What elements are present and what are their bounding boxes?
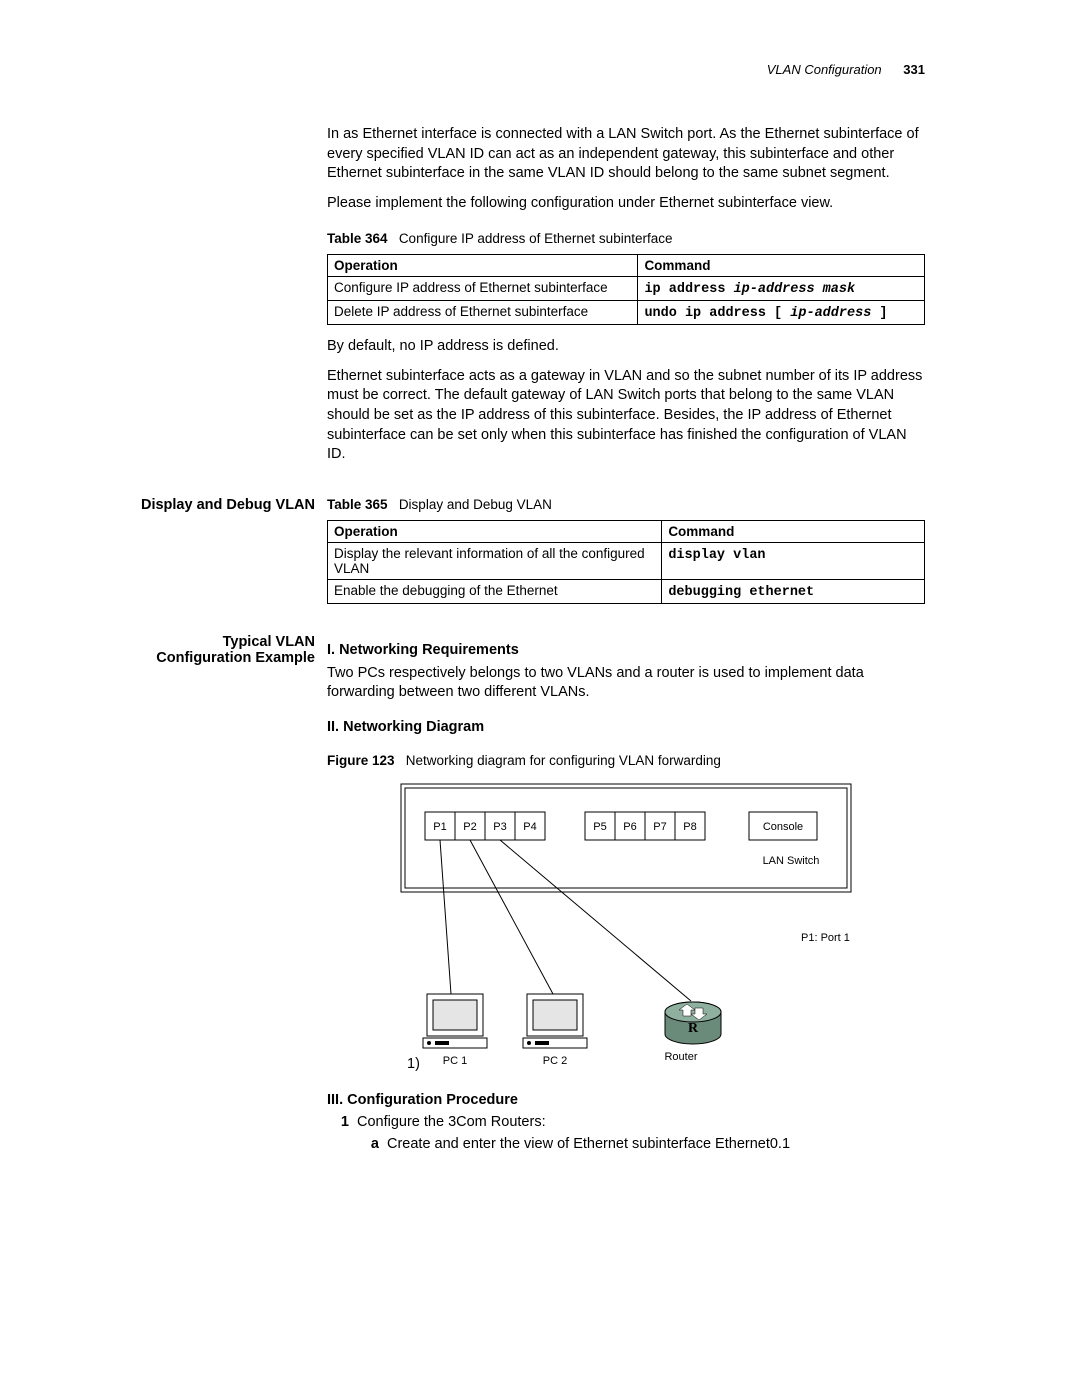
svg-text:P5: P5 xyxy=(593,821,606,833)
table-row: Display the relevant information of all … xyxy=(328,542,925,579)
pc1-icon xyxy=(423,994,487,1048)
display-debug-block: Display and Debug VLAN Table 365 Display… xyxy=(135,497,925,616)
svg-text:Router: Router xyxy=(664,1051,697,1063)
margin-heading: Display and Debug VLAN xyxy=(135,497,327,513)
svg-text:P8: P8 xyxy=(683,821,696,833)
table-caption: Table 364 Configure IP address of Ethern… xyxy=(327,231,925,246)
svg-text:P6: P6 xyxy=(623,821,636,833)
svg-text:P4: P4 xyxy=(523,821,536,833)
svg-text:P1: Port 1: P1: Port 1 xyxy=(801,932,850,944)
body-text: Two PCs respectively belongs to two VLAN… xyxy=(327,664,925,703)
procedure-list: 1 Configure the 3Com Routers: a Create a… xyxy=(327,1114,925,1156)
page: VLAN Configuration 331 In as Ethernet in… xyxy=(0,0,1080,1200)
op-cell: Delete IP address of Ethernet subinterfa… xyxy=(328,301,638,325)
col-header: Operation xyxy=(328,520,662,542)
page-header: VLAN Configuration 331 xyxy=(135,62,925,77)
subheading: I. Networking Requirements xyxy=(327,642,925,658)
svg-text:P3: P3 xyxy=(493,821,506,833)
table-364: Operation Command Configure IP address o… xyxy=(327,254,925,325)
body-text: By default, no IP address is defined. xyxy=(327,337,925,357)
col-header: Operation xyxy=(328,255,638,277)
table-row: Delete IP address of Ethernet subinterfa… xyxy=(328,301,925,325)
op-cell: Enable the debugging of the Ethernet xyxy=(328,579,662,603)
cmd-cell: undo ip address [ ip-address ] xyxy=(638,301,925,325)
list-item: a Create and enter the view of Ethernet … xyxy=(357,1136,925,1152)
enum-marker: 1) xyxy=(407,1056,420,1072)
body-text: Please implement the following configura… xyxy=(327,194,925,214)
diagram-svg: P1 P2 P3 P4 P5 P6 P7 P8 Console xyxy=(391,776,861,1076)
svg-text:LAN Switch: LAN Switch xyxy=(763,855,820,867)
pc2-icon xyxy=(523,994,587,1048)
table-caption: Table 365 Display and Debug VLAN xyxy=(327,497,925,512)
ports-group-1: P1 P2 P3 P4 xyxy=(425,812,545,840)
body-text: Ethernet subinterface acts as a gateway … xyxy=(327,367,925,465)
cmd-cell: debugging ethernet xyxy=(662,579,925,603)
col-header: Command xyxy=(662,520,925,542)
svg-text:P1: P1 xyxy=(433,821,446,833)
svg-text:P2: P2 xyxy=(463,821,476,833)
figure-caption: Figure 123 Networking diagram for config… xyxy=(327,753,925,768)
svg-text:P7: P7 xyxy=(653,821,666,833)
list-item: 1 Configure the 3Com Routers: a Create a… xyxy=(327,1114,925,1156)
svg-text:PC 1: PC 1 xyxy=(443,1055,467,1067)
cmd-cell: ip address ip-address mask xyxy=(638,277,925,301)
network-diagram: 1) P1 P2 P3 P4 P5 P6 xyxy=(327,776,925,1076)
margin-heading: Typical VLAN Configuration Example xyxy=(135,634,327,666)
op-cell: Configure IP address of Ethernet subinte… xyxy=(328,277,638,301)
page-number: 331 xyxy=(903,62,925,77)
op-cell: Display the relevant information of all … xyxy=(328,542,662,579)
subheading: III. Configuration Procedure xyxy=(327,1092,925,1108)
svg-text:R: R xyxy=(688,1021,699,1036)
svg-text:Console: Console xyxy=(763,821,803,833)
subheading: II. Networking Diagram xyxy=(327,719,925,735)
table-header-row: Operation Command xyxy=(328,520,925,542)
intro-block: In as Ethernet interface is connected wi… xyxy=(135,125,925,497)
ports-group-2: P5 P6 P7 P8 xyxy=(585,812,705,840)
cmd-cell: display vlan xyxy=(662,542,925,579)
svg-text:PC 2: PC 2 xyxy=(543,1055,567,1067)
example-block: Typical VLAN Configuration Example I. Ne… xyxy=(135,634,925,1160)
table-row: Enable the debugging of the Ethernet deb… xyxy=(328,579,925,603)
body-text: In as Ethernet interface is connected wi… xyxy=(327,125,925,184)
list-text: Configure the 3Com Routers: xyxy=(357,1114,546,1130)
list-text: Create and enter the view of Ethernet su… xyxy=(387,1136,925,1152)
col-header: Command xyxy=(638,255,925,277)
chapter-title: VLAN Configuration xyxy=(767,62,882,77)
table-365: Operation Command Display the relevant i… xyxy=(327,520,925,604)
table-header-row: Operation Command xyxy=(328,255,925,277)
router-icon: R xyxy=(665,1002,721,1044)
table-row: Configure IP address of Ethernet subinte… xyxy=(328,277,925,301)
